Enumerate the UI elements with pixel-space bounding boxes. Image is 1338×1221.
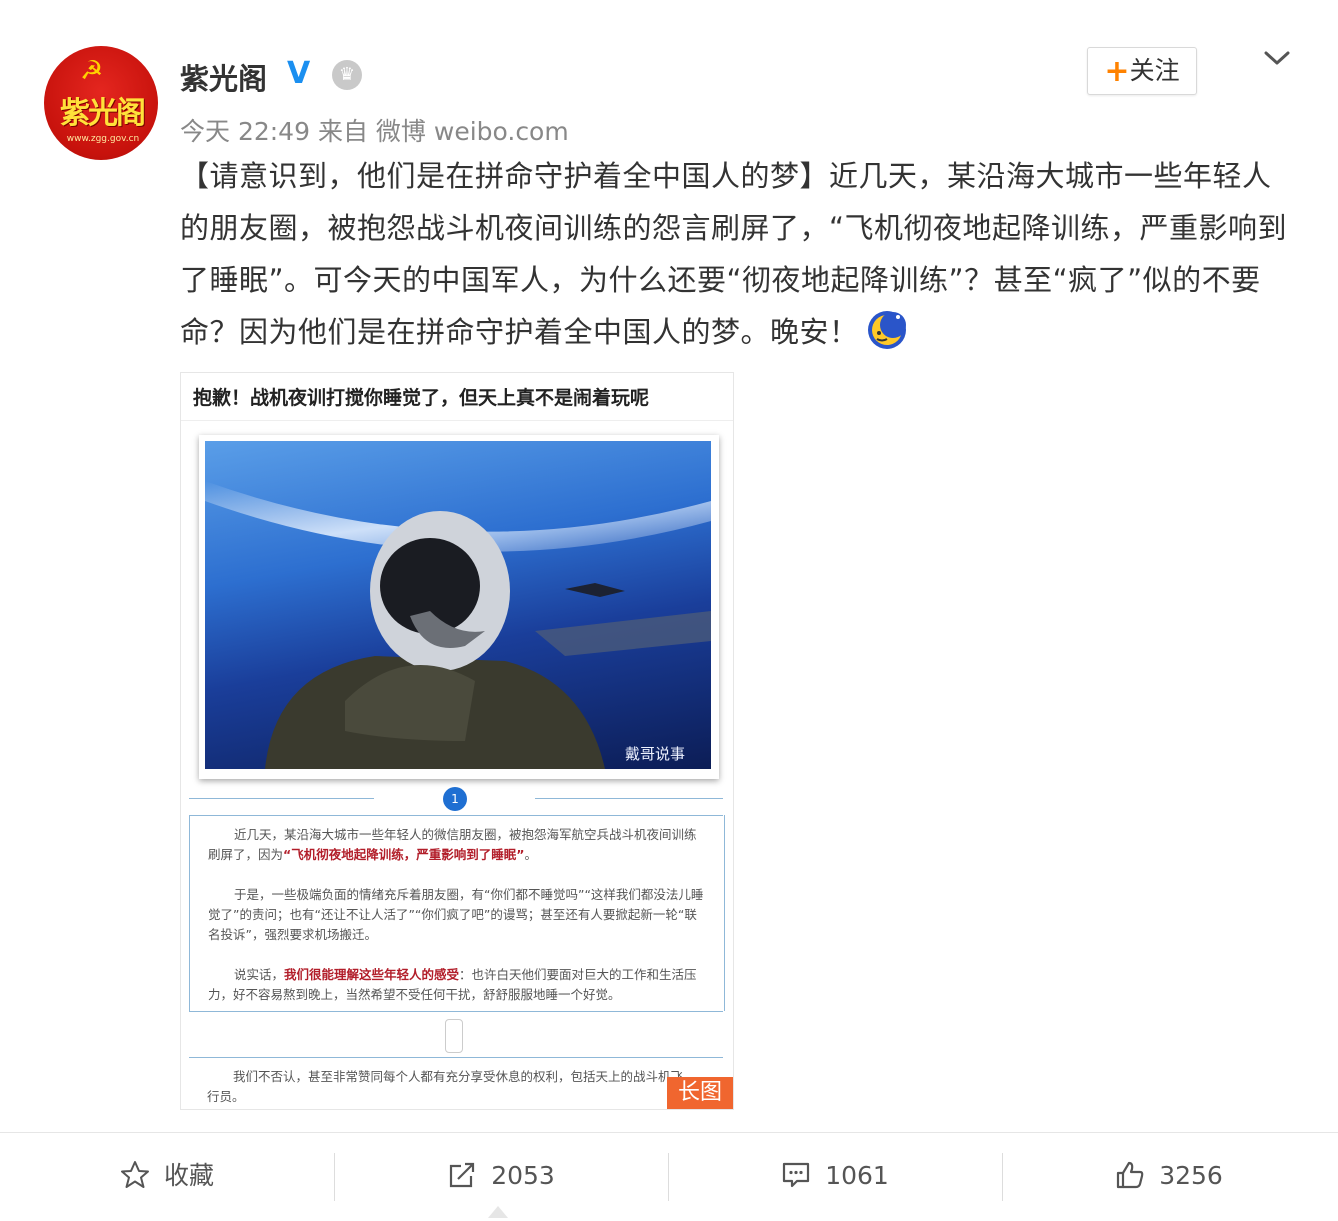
post-source[interactable]: 微博 weibo.com bbox=[376, 117, 569, 146]
avatar[interactable]: ☭ 紫光阁 www.zgg.gov.cn bbox=[44, 46, 158, 160]
post-body: 【请意识到，他们是在拼命守护着全中国人的梦】近几天，某沿海大城市一些年轻人的朋友… bbox=[180, 159, 1288, 349]
favorite-button[interactable]: 收藏 bbox=[0, 1133, 334, 1219]
like-button[interactable]: 3256 bbox=[1002, 1133, 1336, 1219]
member-crown-icon[interactable]: ♛ bbox=[332, 60, 362, 90]
comment-icon bbox=[783, 1162, 810, 1188]
repost-count: 2053 bbox=[491, 1161, 555, 1190]
like-count: 3256 bbox=[1159, 1161, 1223, 1190]
article-excerpt: 近几天，某沿海大城市一些年轻人的微信朋友圈，被抱怨海军航空兵战斗机夜间训练刷屏了… bbox=[189, 815, 725, 1011]
chevron-down-icon[interactable] bbox=[1262, 44, 1292, 74]
follow-label: 关注 bbox=[1129, 56, 1180, 85]
p3-highlight: 我们很能理解这些年轻人的感受 bbox=[284, 967, 460, 982]
post-meta: 今天 22:49 来自 微博 weibo.com bbox=[180, 112, 569, 148]
thumbs-up-icon bbox=[1117, 1161, 1144, 1189]
post-timestamp[interactable]: 今天 22:49 bbox=[180, 117, 310, 146]
comment-button[interactable]: 1061 bbox=[668, 1133, 1002, 1219]
box-bottom-border bbox=[189, 1011, 723, 1012]
repost-pointer-caret bbox=[488, 1206, 508, 1218]
p1-text-end: 。 bbox=[524, 847, 537, 862]
divider-left bbox=[189, 798, 374, 799]
p1-highlight: “飞机彻夜地起降训练，严重影响到了睡眠” bbox=[283, 847, 525, 862]
scroll-handle[interactable] bbox=[445, 1019, 463, 1053]
plus-icon: + bbox=[1104, 54, 1130, 89]
comment-count: 1061 bbox=[825, 1161, 889, 1190]
photo-watermark: 戴哥说事 bbox=[625, 745, 686, 763]
excerpt-paragraph-1: 近几天，某沿海大城市一些年轻人的微信朋友圈，被抱怨海军航空兵战斗机夜间训练刷屏了… bbox=[208, 825, 708, 865]
long-image-title: 抱歉！战机夜训打搅你睡觉了，但天上真不是闹着玩呢 bbox=[181, 373, 733, 421]
box2-top-border bbox=[189, 1057, 723, 1058]
pilot-photo-frame: 戴哥说事 bbox=[199, 435, 719, 779]
weibo-post-card: ☭ 紫光阁 www.zgg.gov.cn 紫光阁 V ♛ 今天 22:49 来自… bbox=[0, 0, 1338, 1221]
excerpt-paragraph-2: 于是，一些极端负面的情绪充斥着朋友圈，有“你们都不睡觉吗”“这样我们都没法儿睡觉… bbox=[208, 887, 704, 942]
username[interactable]: 紫光阁 bbox=[180, 56, 267, 98]
repost-icon bbox=[450, 1162, 475, 1188]
follow-button[interactable]: +关注 bbox=[1087, 47, 1197, 95]
verified-v-icon[interactable]: V bbox=[287, 58, 310, 90]
pilot-photo: 戴哥说事 bbox=[205, 441, 711, 769]
action-bar: 收藏 2053 1061 3256 bbox=[0, 1132, 1338, 1221]
excerpt-paragraph-4: 我们不否认，甚至非常赞同每个人都有充分享受休息的权利，包括天上的战斗机飞行员。 bbox=[207, 1069, 684, 1104]
post-text: 【请意识到，他们是在拼命守护着全中国人的梦】近几天，某沿海大城市一些年轻人的朋友… bbox=[180, 150, 1300, 358]
avatar-logo-url: www.zgg.gov.cn bbox=[66, 134, 140, 144]
moon-emoji-icon bbox=[867, 311, 906, 349]
star-icon bbox=[120, 1161, 149, 1188]
pilot-illustration bbox=[205, 481, 711, 769]
party-emblem-icon: ☭ bbox=[80, 56, 104, 86]
divider-right bbox=[535, 798, 723, 799]
source-prefix: 来自 bbox=[317, 117, 368, 146]
excerpt-paragraph-3: 说实话，我们很能理解这些年轻人的感受：也许白天他们要面对巨大的工作和生活压力，好… bbox=[208, 965, 708, 1005]
avatar-logo-text: 紫光阁 bbox=[60, 96, 146, 131]
p3-text: 说实话， bbox=[234, 967, 285, 982]
favorite-label: 收藏 bbox=[163, 1161, 214, 1190]
long-image-badge: 长图 bbox=[667, 1077, 733, 1109]
page-number-badge: 1 bbox=[443, 787, 467, 811]
long-image-preview[interactable]: 抱歉！战机夜训打搅你睡觉了，但天上真不是闹着玩呢 戴哥说事 1 近几天，某沿海大… bbox=[180, 372, 734, 1110]
